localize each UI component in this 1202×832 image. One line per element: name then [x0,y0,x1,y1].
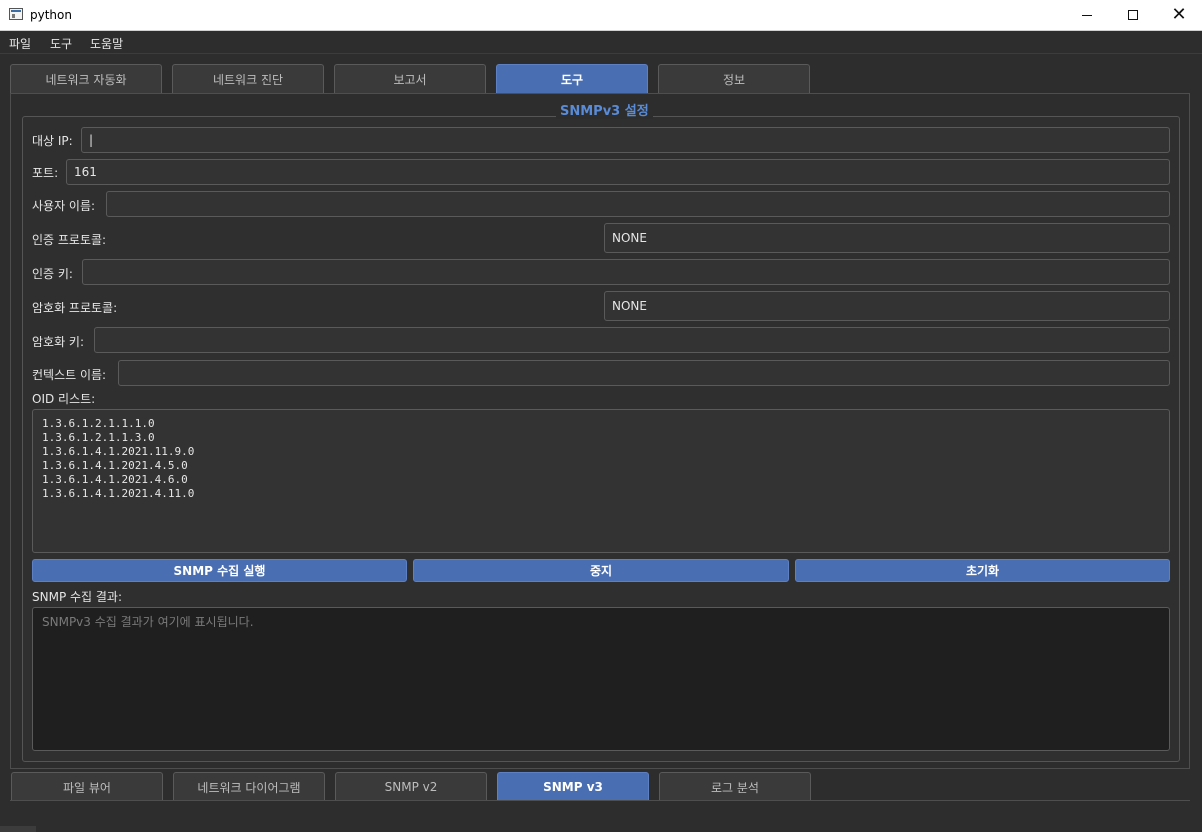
stop-button[interactable]: 중지 [413,559,789,582]
oid-list-label: OID 리스트: [32,392,96,406]
auth-key-input[interactable] [82,259,1170,285]
close-icon: ✕ [1171,4,1187,25]
auth-protocol-select[interactable]: NONE [604,223,1170,253]
run-snmp-button[interactable]: SNMP 수집 실행 [32,559,407,582]
priv-key-input[interactable] [94,327,1170,353]
priv-protocol-label: 암호화 프로토콜: [32,301,118,315]
context-name-input[interactable] [118,360,1170,386]
tab-network-diagram[interactable]: 네트워크 다이어그램 [173,772,325,801]
oid-list-textarea[interactable]: 1.3.6.1.2.1.1.1.0 1.3.6.1.2.1.1.3.0 1.3.… [32,409,1170,553]
maximize-icon [1128,10,1138,20]
tab-file-viewer[interactable]: 파일 뷰어 [11,772,163,801]
tab-network-diagnosis[interactable]: 네트워크 진단 [172,64,324,93]
tab-log-analysis[interactable]: 로그 분석 [659,772,811,801]
tab-snmp-v2[interactable]: SNMP v2 [335,772,487,801]
username-input[interactable] [106,191,1170,217]
menu-bar: 파일 도구 도움말 [0,31,1202,54]
result-label: SNMP 수집 결과: [32,590,123,604]
title-bar: python ✕ [0,0,1202,31]
reset-button[interactable]: 초기화 [795,559,1170,582]
minimize-icon [1082,14,1092,16]
port-input[interactable]: 161 [66,159,1170,185]
tab-info[interactable]: 정보 [658,64,810,93]
username-label: 사용자 이름: [32,199,96,213]
auth-key-label: 인증 키: [32,267,73,281]
group-title: SNMPv3 설정 [556,100,653,119]
app-icon [9,8,23,20]
target-ip-label: 대상 IP: [32,134,73,148]
close-button[interactable]: ✕ [1156,0,1202,30]
result-textarea[interactable]: SNMPv3 수집 결과가 여기에 표시됩니다. [32,607,1170,751]
priv-key-label: 암호화 키: [32,335,85,349]
auth-protocol-label: 인증 프로토콜: [32,233,107,247]
tab-bar-divider [10,800,1190,801]
maximize-button[interactable] [1110,0,1156,30]
target-ip-input[interactable]: | [81,127,1170,153]
tab-reports[interactable]: 보고서 [334,64,486,93]
port-label: 포트: [32,166,59,180]
priv-protocol-select[interactable]: NONE [604,291,1170,321]
window-title: python [30,8,72,22]
status-bar [0,826,36,832]
tab-network-automation[interactable]: 네트워크 자동화 [10,64,162,93]
tab-snmp-v3[interactable]: SNMP v3 [497,772,649,801]
context-name-label: 컨텍스트 이름: [32,368,107,382]
menu-file[interactable]: 파일 [9,35,31,52]
minimize-button[interactable] [1064,0,1110,30]
menu-tools[interactable]: 도구 [50,35,72,52]
menu-help[interactable]: 도움말 [90,35,123,52]
tab-tools[interactable]: 도구 [496,64,648,93]
